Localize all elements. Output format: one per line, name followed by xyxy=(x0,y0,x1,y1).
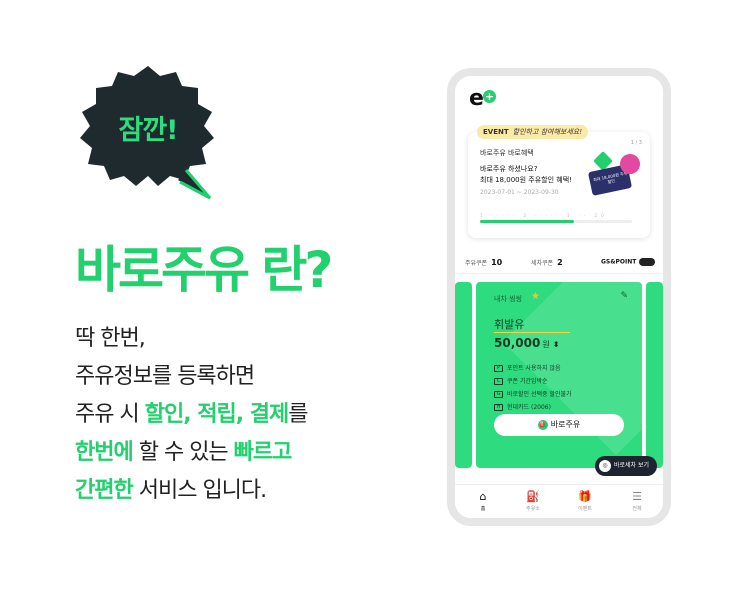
event-progress-ticks: 1 ····· 2 ····· 3 ·· 20 xyxy=(480,213,608,218)
description-line-5: 간편한 서비스 입니다. xyxy=(75,472,307,510)
payment-option[interactable]: H 현대카드 (2006) xyxy=(494,401,572,414)
fuel-type-underline xyxy=(494,332,570,333)
option-text: 쿠폰 기간임박순 xyxy=(507,378,548,385)
app-screen: e + EVENT 할인하고 참여해보세요! 1 / 3 바로주유 바로혜택 바로… xyxy=(455,76,663,518)
nav-label: 주유소 xyxy=(526,506,540,512)
wash-coupon-count: 2 xyxy=(557,258,563,267)
stamp-icon xyxy=(620,154,640,174)
bottom-nav: ⌂ 홈 ⛽ 주유소 🎁 이벤트 ☰ 전체 xyxy=(455,484,663,518)
event-desc-line: 최대 18,000원 주유할인 혜택! xyxy=(480,176,572,184)
payment-option[interactable]: G 바로할인 선택중 할인불가 xyxy=(494,388,572,401)
currency-label: 원 xyxy=(542,340,550,349)
payment-options: P 포인트 사용하지 않음 C 쿠폰 기간임박순 G 바로할인 선택중 할인불가 H현… xyxy=(494,362,572,414)
point-icon: P xyxy=(494,365,503,372)
nav-home[interactable]: ⌂ 홈 xyxy=(463,490,503,513)
description-line-2: 주유정보를 등록하면 xyxy=(75,364,255,389)
event-page-indicator: 1 / 3 xyxy=(630,140,642,146)
option-text: 현대카드 (2006) xyxy=(507,404,551,411)
app-logo: e xyxy=(469,86,484,111)
gift-icon: 🎁 xyxy=(578,490,592,503)
gs-toggle-icon xyxy=(639,258,656,266)
card-carousel-next[interactable] xyxy=(646,282,663,468)
description-line-4: 한번에 할 수 있는 빠르고 xyxy=(75,434,307,472)
fuel-amount-value: 50,000 xyxy=(494,336,541,350)
event-progress-bar xyxy=(480,220,632,223)
option-text: 포인트 사용하지 않음 xyxy=(507,365,561,372)
event-desc-line: 바로주유 하셨나요? xyxy=(480,165,538,173)
edit-icon[interactable]: ✎ xyxy=(620,291,628,301)
fab-label: 바로세차 보기 xyxy=(614,462,650,469)
car-wash-icon: ◎ xyxy=(599,459,611,472)
description: 딱 한번, 주유정보를 등록하면 주유 시 할인, 적립, 결제를 한번에 할 … xyxy=(75,320,308,510)
highlight-text: 빠르고 xyxy=(233,440,293,465)
menu-icon: ☰ xyxy=(632,490,642,503)
event-progress-fill xyxy=(480,220,575,223)
gas-station-icon: ⛽ xyxy=(526,490,540,503)
page-title: 바로주유 란? xyxy=(75,241,333,299)
card-carousel-prev[interactable] xyxy=(455,282,472,468)
discount-icon: G xyxy=(494,391,503,398)
text-segment: 주유 시 xyxy=(75,402,145,427)
star-icon: ★ xyxy=(531,291,540,302)
nav-gas-station[interactable]: ⛽ 주유소 xyxy=(513,490,553,513)
sort-updown-icon[interactable]: ⬍ xyxy=(553,340,560,349)
text-segment: 할 수 있는 xyxy=(132,440,234,465)
event-tab[interactable]: EVENT 할인하고 참여해보세요! xyxy=(477,125,589,139)
highlight-text: 할인, 적립, 결제 xyxy=(144,402,289,427)
coupon-icon: C xyxy=(494,378,503,385)
wash-coupon[interactable]: 세차쿠폰 2 xyxy=(531,258,563,267)
home-icon: ⌂ xyxy=(479,490,487,503)
my-car-card: 내차 씽씽 ★ ✎ 휘발유 50,000 원 ⬍ P 포인트 사용하지 않음 C 쿠폰 … xyxy=(476,282,642,468)
coupon-bar: 주유쿠폰 10 세차쿠폰 2 GS&POINT xyxy=(455,252,663,274)
nav-label: 전체 xyxy=(632,506,642,512)
baro-fuel-button[interactable]: ⛽ 바로주유 xyxy=(494,414,624,436)
nav-label: 이벤트 xyxy=(578,506,592,512)
payment-option[interactable]: P 포인트 사용하지 않음 xyxy=(494,362,572,375)
logo-plus-icon: + xyxy=(483,90,496,103)
text-segment: 서비스 입니다. xyxy=(132,478,267,503)
button-label: 바로주유 xyxy=(550,420,581,429)
fuel-coupon-label: 주유쿠폰 xyxy=(465,260,488,267)
event-tab-cheer: 할인하고 참여해보세요! xyxy=(512,128,583,136)
nav-label: 홈 xyxy=(480,506,486,512)
description-line-1: 딱 한번, xyxy=(75,326,146,351)
badge-text: 잠깐! xyxy=(118,115,179,146)
wait-badge: 잠깐! xyxy=(68,62,228,204)
event-description: 바로주유 하셨나요? 최대 18,000원 주유할인 혜택! xyxy=(480,164,572,186)
text-segment: 를 xyxy=(288,402,308,427)
event-date: 2023-07-01 ~ 2023-09-30 xyxy=(480,189,559,196)
gs-point-label: GS&POINT xyxy=(601,258,637,266)
phone-frame: e + EVENT 할인하고 참여해보세요! 1 / 3 바로주유 바로혜택 바로… xyxy=(447,68,671,526)
car-wash-fab[interactable]: ◎ 바로세차 보기 xyxy=(595,456,658,476)
gs-point[interactable]: GS&POINT xyxy=(601,258,656,266)
fuel-coupon[interactable]: 주유쿠폰 10 xyxy=(465,258,502,267)
highlight-text: 한번에 xyxy=(75,440,134,465)
fuel-pump-icon: ⛽ xyxy=(537,419,548,430)
fuel-amount[interactable]: 50,000 원 ⬍ xyxy=(494,336,559,350)
car-nickname: 내차 씽씽 xyxy=(494,295,522,303)
nav-event[interactable]: 🎁 이벤트 xyxy=(565,490,605,513)
fuel-coupon-count: 10 xyxy=(491,258,503,267)
card-brand-icon: H xyxy=(494,404,503,411)
fuel-type[interactable]: 휘발유 xyxy=(494,316,524,332)
wash-coupon-label: 세차쿠폰 xyxy=(531,260,554,267)
event-illustration: 최대 18,000원 주유 할인 xyxy=(586,151,644,202)
option-text: 바로할인 선택중 할인불가 xyxy=(507,391,572,398)
event-tab-label: EVENT xyxy=(483,128,509,136)
event-banner-card[interactable]: 1 / 3 바로주유 바로혜택 바로주유 하셨나요? 최대 18,000원 주유… xyxy=(468,132,650,238)
description-line-3: 주유 시 할인, 적립, 결제를 xyxy=(75,396,308,434)
event-title: 바로주유 바로혜택 xyxy=(480,149,534,157)
payment-option[interactable]: C 쿠폰 기간임박순 xyxy=(494,375,572,388)
nav-all[interactable]: ☰ 전체 xyxy=(617,490,657,513)
highlight-text: 간편한 xyxy=(75,478,134,503)
